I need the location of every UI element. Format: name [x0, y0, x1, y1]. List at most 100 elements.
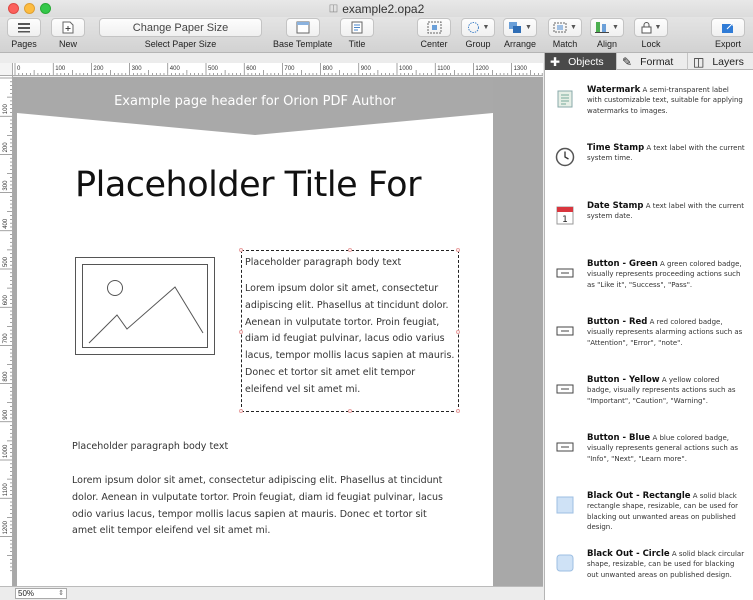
- group-tool[interactable]: ▼ Group: [461, 18, 495, 49]
- match-tool[interactable]: ▼ Match: [548, 18, 582, 49]
- ruler-label: 900: [3, 409, 9, 420]
- new-tool[interactable]: New: [51, 18, 85, 49]
- list-item-blackout-rectangle[interactable]: Black Out - Rectangle A solid black rect…: [545, 487, 753, 543]
- group-icon: ▼: [461, 18, 495, 37]
- resize-handle[interactable]: [456, 409, 460, 413]
- calendar-icon: 1: [555, 205, 575, 225]
- close-window-button[interactable]: [8, 3, 19, 14]
- arrange-tool[interactable]: ▼ Arrange: [503, 18, 537, 49]
- ruler-label: 1100: [437, 66, 451, 72]
- svg-text:1: 1: [562, 215, 568, 225]
- object-list[interactable]: Watermark A semi-transparent label with …: [545, 71, 753, 600]
- list-item-button-yellow[interactable]: Button - Yellow A yellow colored badge, …: [545, 371, 753, 427]
- document-canvas[interactable]: Example page header for Orion PDF Author…: [13, 77, 543, 586]
- selected-text-box[interactable]: Placeholder paragraph body text Lorem ip…: [239, 248, 460, 413]
- tab-layers[interactable]: ◫ Layers: [688, 53, 753, 70]
- zoom-window-button[interactable]: [40, 3, 51, 14]
- zoom-value: 50%: [18, 589, 35, 598]
- ruler-label: 1300: [514, 66, 528, 72]
- ruler-label: 500: [208, 66, 219, 72]
- object-description: Time Stamp A text label with the current…: [587, 143, 745, 164]
- document-icon: ◫: [328, 3, 339, 14]
- export-icon: [711, 18, 745, 37]
- title-bar: ◫ example2.opa2: [0, 0, 753, 17]
- resize-handle[interactable]: [456, 330, 460, 334]
- ruler-label: 0: [17, 66, 21, 72]
- ruler-label: 1000: [3, 444, 9, 458]
- align-icon: ▼: [590, 18, 624, 37]
- ruler-label: 200: [93, 66, 104, 72]
- title-tool[interactable]: Title: [340, 18, 374, 49]
- export-tool[interactable]: Export: [711, 18, 745, 49]
- page[interactable]: Example page header for Orion PDF Author…: [17, 77, 493, 586]
- resize-handle[interactable]: [239, 330, 243, 334]
- ruler-ticks: 0 100 200 300 400 500 600 700 800 900 1000 1100 1200…: [14, 63, 543, 75]
- list-item-time-stamp[interactable]: Time Stamp A text label with the current…: [545, 139, 753, 195]
- ruler-label: 800: [3, 371, 9, 382]
- lock-tool[interactable]: ▼ Lock: [634, 18, 668, 49]
- object-name: Watermark: [587, 85, 641, 95]
- ruler-label: 1100: [3, 483, 9, 497]
- resize-handle[interactable]: [239, 409, 243, 413]
- export-label: Export: [714, 39, 741, 49]
- list-item-button-red[interactable]: Button - Red A red colored badge, visual…: [545, 313, 753, 369]
- page-title[interactable]: Placeholder Title For: [75, 165, 421, 205]
- ruler-label: 500: [3, 256, 9, 267]
- horizontal-ruler[interactable]: 0 100 200 300 400 500 600 700 800 900 1000 1100 1200…: [13, 63, 543, 76]
- align-tool[interactable]: ▼ Align: [590, 18, 624, 49]
- object-name: Button - Red: [587, 317, 648, 327]
- object-name: Button - Blue: [587, 433, 651, 443]
- pencil-icon: ✎: [622, 54, 633, 69]
- paper-size-label: Select Paper Size: [144, 39, 217, 49]
- button-icon: [555, 379, 575, 399]
- object-description: Watermark A semi-transparent label with …: [587, 85, 745, 116]
- list-item-button-green[interactable]: Button - Green A green colored badge, vi…: [545, 255, 753, 311]
- pages-tool[interactable]: Pages: [7, 18, 41, 49]
- list-item-blackout-circle[interactable]: Black Out - Circle A solid black circula…: [545, 545, 753, 600]
- object-name: Button - Green: [587, 259, 658, 269]
- object-name: Button - Yellow: [587, 375, 660, 385]
- object-description: Button - Red A red colored badge, visual…: [587, 317, 745, 348]
- new-page-icon: [51, 18, 85, 37]
- stepper-icon: ⇕: [58, 590, 64, 597]
- center-tool[interactable]: Center: [417, 18, 451, 49]
- list-item-watermark[interactable]: Watermark A semi-transparent label with …: [545, 81, 753, 137]
- circle-icon: [555, 553, 575, 573]
- status-bar: 50% ⇕: [0, 586, 543, 600]
- group-label: Group: [465, 39, 491, 49]
- paragraph-body[interactable]: Lorem ipsum dolor sit amet, consectetur …: [72, 473, 452, 540]
- zoom-select[interactable]: 50% ⇕: [15, 588, 67, 599]
- ruler-label: 400: [3, 218, 9, 229]
- resize-handle[interactable]: [348, 409, 352, 413]
- object-name: Time Stamp: [587, 143, 645, 153]
- ruler-label: 400: [170, 66, 181, 72]
- resize-handle[interactable]: [239, 248, 243, 252]
- lock-label: Lock: [641, 39, 661, 49]
- list-item-date-stamp[interactable]: 1 Date Stamp A text label with the curre…: [545, 197, 753, 253]
- ruler-label: 900: [361, 66, 372, 72]
- list-item-button-blue[interactable]: Button - Blue A blue colored badge, visu…: [545, 429, 753, 485]
- tab-layers-label: Layers: [712, 55, 744, 68]
- pages-label: Pages: [11, 39, 37, 49]
- tab-format[interactable]: ✎ Format: [617, 53, 688, 70]
- plus-icon: ✚: [550, 54, 561, 69]
- text-box-title: Placeholder paragraph body text: [245, 257, 402, 268]
- minimize-window-button[interactable]: [24, 3, 35, 14]
- tab-objects[interactable]: ✚ Objects: [545, 53, 617, 70]
- object-description: Button - Blue A blue colored badge, visu…: [587, 433, 745, 464]
- resize-handle[interactable]: [456, 248, 460, 252]
- layers-icon: ◫: [693, 54, 705, 69]
- image-placeholder[interactable]: [75, 257, 215, 355]
- resize-handle[interactable]: [348, 248, 352, 252]
- paragraph-title[interactable]: Placeholder paragraph body text: [72, 441, 228, 452]
- button-icon: [555, 263, 575, 283]
- vertical-ruler[interactable]: 100 200 300 400 500 600 700 800 900 1000 1100 1200: [0, 76, 13, 586]
- match-label: Match: [552, 39, 578, 49]
- toolbar: Pages New Change Paper Size Select Paper…: [0, 17, 753, 53]
- button-icon: [555, 437, 575, 457]
- page-header-text[interactable]: Example page header for Orion PDF Author: [17, 94, 493, 109]
- base-template-tool[interactable]: Base Template: [273, 18, 332, 49]
- paper-size-button[interactable]: Change Paper Size: [99, 18, 262, 37]
- inspector-panel: ✚ Objects ✎ Format ◫ Layers Watermark A …: [544, 53, 753, 600]
- button-icon: [555, 321, 575, 341]
